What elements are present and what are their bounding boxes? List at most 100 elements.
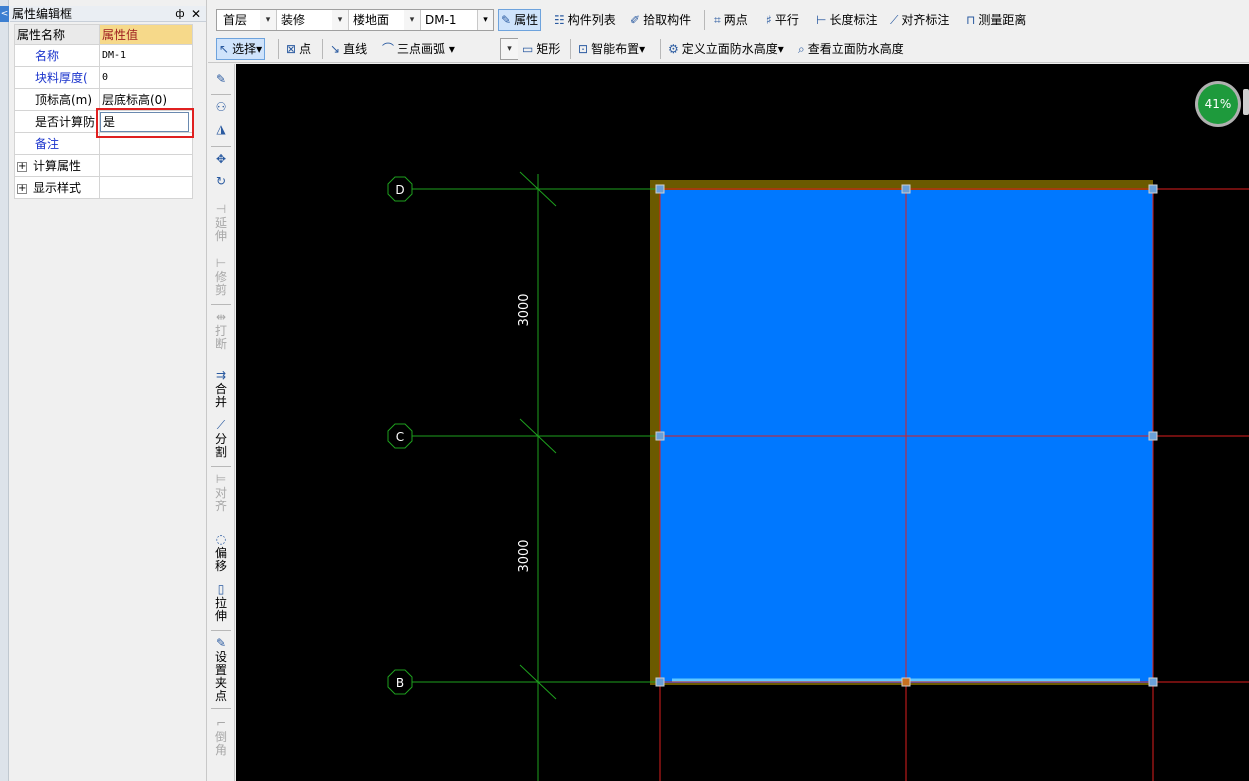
- drawing-canvas[interactable]: D C B 3000 3000 41%: [236, 64, 1249, 781]
- component-select[interactable]: ▾ DM-1 ▾: [404, 9, 494, 31]
- rectangle-button[interactable]: ▭ 矩形: [520, 38, 562, 60]
- category-value: 装修: [281, 13, 306, 27]
- rotate-icon[interactable]: ↻: [210, 174, 232, 189]
- split-icon: ⟋: [216, 418, 226, 432]
- move-icon[interactable]: ✥: [210, 152, 232, 167]
- align-dimension-icon: ⟋: [890, 13, 899, 27]
- chevron-down-icon[interactable]: ▾: [477, 10, 493, 30]
- grip-point[interactable]: [655, 184, 665, 194]
- extend-button[interactable]: ⊣ 延伸: [210, 202, 232, 243]
- prop-value[interactable]: 0: [99, 66, 193, 89]
- chevron-down-icon[interactable]: ▾: [260, 10, 277, 30]
- axis-bubble-d[interactable]: D: [387, 176, 413, 202]
- grip-point[interactable]: [901, 184, 911, 194]
- arc-mode-button[interactable]: ⌒ 三点画弧 ▾: [380, 38, 457, 60]
- trim-button[interactable]: ⊢ 修剪: [210, 256, 232, 297]
- arc-icon: ⌒: [382, 42, 395, 56]
- grip-point[interactable]: [1148, 184, 1158, 194]
- progress-side-handle: [1243, 89, 1249, 115]
- point-button[interactable]: ⊠ 点: [284, 38, 313, 60]
- progress-value: 41%: [1198, 84, 1238, 124]
- split-button[interactable]: ⟋ 分割: [210, 418, 232, 459]
- pin-icon[interactable]: ф: [174, 6, 186, 22]
- two-points-button[interactable]: ⌗ 两点: [712, 9, 750, 31]
- close-icon[interactable]: ✕: [190, 6, 202, 22]
- property-panel: < 属性编辑框 ф ✕ 属性名称 属性值 名称 DM-1 块料厚度( 0 顶标高…: [0, 0, 207, 781]
- group-name: 计算属性: [33, 159, 82, 173]
- axis-bubble-b[interactable]: B: [387, 669, 413, 695]
- attribute-button[interactable]: ✎ 属性: [498, 9, 542, 31]
- view-waterproof-height-button[interactable]: ⌕ 查看立面防水高度: [796, 38, 906, 60]
- prop-name: 块料厚度(: [14, 66, 100, 89]
- table-row[interactable]: 块料厚度( 0: [14, 66, 193, 89]
- ruler-icon: ⊓: [966, 13, 976, 27]
- grip-point[interactable]: [1148, 677, 1158, 687]
- line-button[interactable]: ↘ 直线: [328, 38, 369, 60]
- axis-label: D: [395, 183, 404, 197]
- grip-point[interactable]: [655, 431, 665, 441]
- grip-point[interactable]: [655, 677, 665, 687]
- align-dimension-button[interactable]: ⟋ 对齐标注: [888, 9, 951, 31]
- offset-icon: ◌: [215, 532, 227, 546]
- measure-distance-button[interactable]: ⊓ 测量距离: [964, 9, 1028, 31]
- component-list-button[interactable]: ☷ 构件列表: [552, 9, 618, 31]
- select-button[interactable]: ↖ 选择▾: [216, 38, 266, 60]
- expand-icon[interactable]: +: [17, 183, 27, 194]
- grip-point[interactable]: [901, 677, 911, 687]
- toolbar-draw: ↖ 选择▾ ⊠ 点 ↘ 直线 ⌒ 三点画弧 ▾ ▾ ▭ 矩形 ⊡ 智能布置▾ ⚙ 定义立面防水…: [208, 35, 1249, 63]
- copy-icon[interactable]: ⚇: [210, 100, 232, 115]
- break-button[interactable]: ⇹ 打断: [210, 310, 232, 351]
- magnifier-icon: ⌕: [798, 42, 805, 56]
- chevron-down-icon[interactable]: ▾: [501, 39, 518, 59]
- collapse-tab[interactable]: <: [0, 6, 9, 22]
- arc-mode-dropdown[interactable]: ▾: [500, 38, 518, 60]
- chevron-down-icon[interactable]: ▾: [332, 10, 349, 30]
- chevron-down-icon[interactable]: ▾: [639, 42, 645, 56]
- merge-button[interactable]: ⇉ 合并: [210, 368, 232, 409]
- offset-button[interactable]: ◌ 偏移: [210, 532, 232, 573]
- merge-icon: ⇉: [215, 368, 227, 382]
- chamfer-button[interactable]: ⌐ 倒角: [210, 716, 232, 757]
- length-dimension-button[interactable]: ⊢ 长度标注: [814, 9, 879, 31]
- prop-name: 是否计算防: [14, 110, 100, 133]
- prop-value[interactable]: DM-1: [99, 44, 193, 67]
- dimension-text: 3000: [517, 539, 532, 572]
- align-icon: ⊨: [215, 472, 227, 486]
- dimension-text: 3000: [517, 293, 532, 326]
- group-row[interactable]: + 显示样式: [14, 176, 193, 199]
- chevron-down-icon[interactable]: ▾: [404, 10, 421, 30]
- prop-name: 名称: [14, 44, 100, 67]
- prop-name: 顶标高(m): [14, 88, 100, 111]
- pen-icon[interactable]: ✎: [210, 72, 232, 87]
- progress-badge[interactable]: 41%: [1195, 81, 1249, 127]
- chevron-down-icon[interactable]: ▾: [778, 42, 784, 56]
- two-points-icon: ⌗: [714, 13, 721, 27]
- smart-layout-button[interactable]: ⊡ 智能布置▾: [576, 38, 647, 60]
- align-button[interactable]: ⊨ 对齐: [210, 472, 232, 513]
- define-waterproof-height-button[interactable]: ⚙ 定义立面防水高度▾: [666, 38, 786, 60]
- table-header: 属性名称 属性值: [14, 24, 193, 45]
- set-grip-button[interactable]: ✎ 设置夹点: [210, 636, 232, 703]
- grip-point[interactable]: [1148, 431, 1158, 441]
- expand-icon[interactable]: +: [17, 161, 27, 172]
- smart-layout-icon: ⊡: [578, 42, 589, 56]
- chevron-down-icon[interactable]: ▾: [256, 42, 262, 56]
- line-icon: ↘: [330, 42, 341, 56]
- component-value: DM-1: [425, 13, 457, 27]
- parallel-button[interactable]: ♯ 平行: [764, 9, 801, 31]
- group-row[interactable]: + 计算属性: [14, 154, 193, 177]
- drawing-svg[interactable]: D C B 3000 3000: [236, 64, 1249, 781]
- component-type-value: 楼地面: [353, 13, 390, 27]
- table-row[interactable]: 名称 DM-1: [14, 44, 193, 67]
- axis-bubble-c[interactable]: C: [387, 423, 413, 449]
- trim-icon: ⊢: [215, 256, 227, 270]
- pick-component-button[interactable]: ✐ 拾取构件: [628, 9, 693, 31]
- chevron-down-icon[interactable]: ▾: [445, 42, 455, 56]
- edit-highlight: 是: [96, 108, 194, 138]
- waterproof-value-input[interactable]: 是: [100, 112, 189, 132]
- mirror-icon[interactable]: ◮: [210, 122, 232, 137]
- header-name: 属性名称: [14, 24, 100, 45]
- length-dimension-icon: ⊢: [816, 13, 827, 27]
- stretch-button[interactable]: ▯ 拉伸: [210, 582, 232, 623]
- grip-icon: ✎: [215, 636, 227, 650]
